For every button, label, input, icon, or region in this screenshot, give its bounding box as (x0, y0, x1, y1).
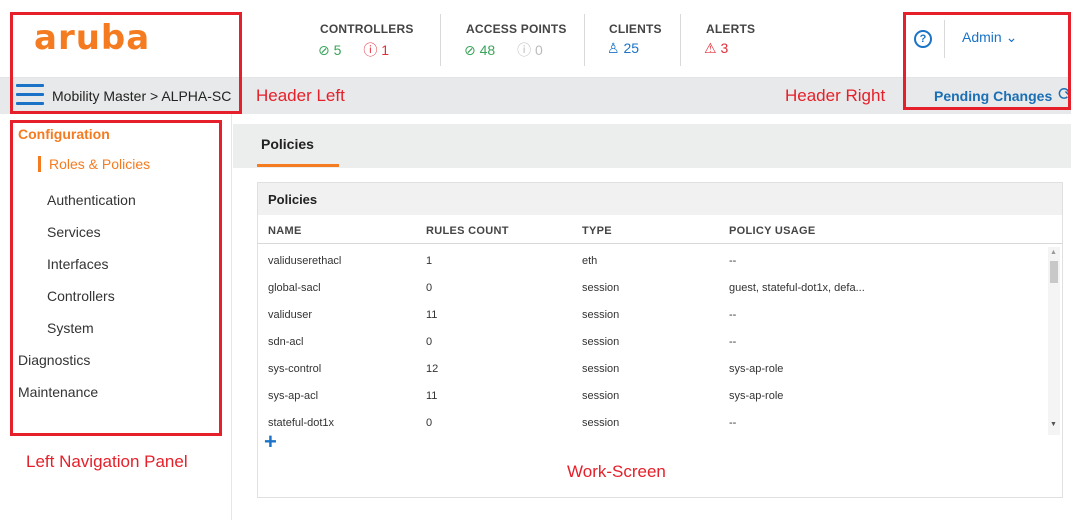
cell-type: eth (582, 255, 598, 267)
table-row[interactable]: sdn-acl 0 session -- (258, 327, 1038, 354)
table-row[interactable]: validuserethacl 1 eth -- (258, 246, 1038, 273)
divider (584, 14, 585, 66)
cell-name: validuser (268, 309, 313, 321)
stat-value: 5 (333, 42, 342, 58)
stat-title: CLIENTS (609, 22, 662, 36)
card-title: Policies (258, 183, 1062, 215)
cell-name: validuserethacl (268, 255, 342, 267)
annotation-label-header-right: Header Right (785, 86, 886, 105)
stat-value: 1 (381, 42, 389, 58)
cell-name: global-sacl (268, 282, 321, 294)
policies-table-body: validuserethacl 1 eth -- global-sacl 0 session… (258, 246, 1038, 436)
cell-rules-count: 11 (426, 309, 438, 321)
cell-name: stateful-dot1x (268, 417, 335, 429)
column-header-type[interactable]: TYPE (582, 225, 612, 237)
cell-policy-usage: -- (729, 336, 737, 348)
stat-value: 25 (623, 40, 640, 56)
cell-type: session (582, 282, 620, 294)
tab-bar: Policies (233, 124, 1071, 168)
table-row[interactable]: sys-control 12 session sys-ap-role (258, 354, 1038, 381)
cell-rules-count: 12 (426, 363, 439, 375)
cell-type: session (582, 309, 620, 321)
column-header-rules-count[interactable]: RULES COUNT (426, 225, 509, 237)
policies-card: Policies NAME RULES COUNT TYPE POLICY US… (257, 182, 1063, 498)
cell-type: session (582, 363, 620, 375)
table-row[interactable]: global-sacl 0 session guest, stateful-dot1x… (258, 273, 1038, 300)
users-icon: ♙ 25 (607, 40, 640, 56)
cell-rules-count: 0 (426, 336, 433, 348)
cell-type: session (582, 336, 620, 348)
alert-circle-icon: ⓘ 1 (363, 42, 389, 58)
cell-policy-usage: guest, stateful-dot1x, defa... (729, 282, 865, 294)
stat-title: CONTROLLERS (320, 22, 414, 36)
divider (258, 243, 1062, 244)
warning-triangle-icon: ⚠ 3 (704, 40, 729, 56)
cell-rules-count: 0 (426, 282, 433, 294)
cell-type: session (582, 417, 620, 429)
column-header-name[interactable]: NAME (268, 225, 302, 237)
stat-title: ACCESS POINTS (466, 22, 567, 36)
cell-name: sys-ap-acl (268, 390, 319, 402)
divider (440, 14, 441, 66)
annotation-label-work-screen: Work-Screen (567, 462, 666, 481)
table-row[interactable]: stateful-dot1x 0 session -- (258, 408, 1038, 435)
stat-controllers[interactable]: CONTROLLERS ⊘ 5 ⓘ 1 (318, 22, 414, 60)
stat-clients[interactable]: CLIENTS ♙ 25 (607, 22, 662, 57)
annotation-box-left-nav (10, 120, 222, 436)
stat-alerts[interactable]: ALERTS ⚠ 3 (704, 22, 755, 57)
scrollbar[interactable]: ▲ ▼ (1048, 247, 1060, 435)
annotation-label-header-left: Header Left (256, 86, 345, 105)
cell-type: session (582, 390, 620, 402)
annotation-box-header-right (903, 12, 1071, 110)
cell-policy-usage: sys-ap-role (729, 363, 784, 375)
cell-policy-usage: sys-ap-role (729, 390, 784, 402)
stat-access-points[interactable]: ACCESS POINTS ⊘ 48 ⓘ 0 (464, 22, 567, 60)
scroll-up-icon[interactable]: ▲ (1050, 249, 1057, 256)
cell-policy-usage: -- (729, 417, 737, 429)
annotation-box-header-left (10, 12, 242, 114)
annotation-label-left-nav: Left Navigation Panel (26, 452, 188, 471)
stat-value: 0 (534, 42, 543, 58)
scroll-down-icon[interactable]: ▼ (1050, 421, 1057, 428)
cell-rules-count: 11 (426, 390, 438, 402)
scrollbar-thumb[interactable] (1050, 261, 1058, 283)
cell-rules-count: 1 (426, 255, 433, 267)
table-row[interactable]: validuser 11 session -- (258, 300, 1038, 327)
table-row[interactable]: sys-ap-acl 11 session sys-ap-role (258, 381, 1038, 408)
tab-policies[interactable]: Policies (257, 136, 339, 167)
add-policy-button[interactable]: + (264, 431, 277, 453)
stat-value: 48 (479, 42, 496, 58)
divider (680, 14, 681, 66)
cell-name: sdn-acl (268, 336, 304, 348)
cell-rules-count: 0 (426, 417, 433, 429)
check-circle-icon: ⊘ 48 (464, 42, 496, 58)
check-circle-icon: ⊘ 5 (318, 42, 342, 58)
cell-name: sys-control (268, 363, 322, 375)
stat-value: 3 (720, 40, 729, 56)
stat-title: ALERTS (706, 22, 756, 36)
column-header-policy-usage[interactable]: POLICY USAGE (729, 225, 816, 237)
cell-policy-usage: -- (729, 309, 737, 321)
work-area: Policies Policies NAME RULES COUNT TYPE … (233, 114, 1071, 520)
cell-policy-usage: -- (729, 255, 737, 267)
alert-circle-icon: ⓘ 0 (517, 42, 543, 58)
